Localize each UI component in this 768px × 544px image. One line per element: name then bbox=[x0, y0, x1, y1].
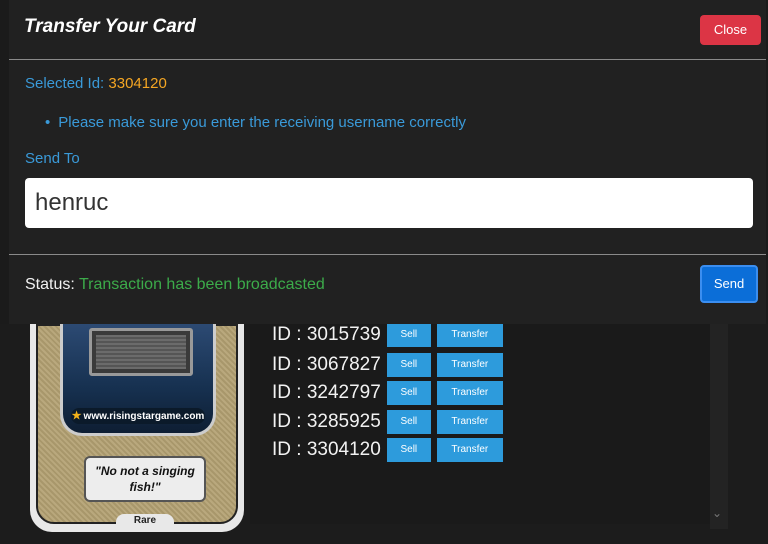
star-icon: ★ bbox=[71, 410, 82, 422]
sell-button[interactable]: Sell bbox=[386, 438, 431, 462]
sell-button[interactable]: Sell bbox=[386, 381, 431, 405]
card-collection-area: ⌄ ★ www.risingstargame.com "No not a sing… bbox=[0, 322, 768, 544]
instruction-note: • Please make sure you enter the receivin… bbox=[45, 114, 466, 131]
status-label: Status: bbox=[25, 276, 75, 293]
card-id: ID : 3067827 bbox=[272, 354, 381, 375]
card-rarity: Rare bbox=[116, 514, 174, 528]
transfer-button[interactable]: Transfer bbox=[436, 323, 503, 347]
selected-id-label: Selected Id: bbox=[25, 75, 105, 92]
list-item: ID : 3242797 Sell Transfer bbox=[272, 380, 503, 406]
scrollbar[interactable] bbox=[710, 324, 728, 529]
divider bbox=[9, 59, 766, 60]
card-art: ★ www.risingstargame.com bbox=[60, 324, 216, 436]
selected-id-value: 3304120 bbox=[108, 75, 167, 92]
list-item: ID : 3067827 Sell Transfer bbox=[272, 352, 503, 378]
chevron-down-icon[interactable]: ⌄ bbox=[712, 506, 722, 520]
send-to-label: Send To bbox=[25, 150, 80, 167]
send-button[interactable]: Send bbox=[700, 265, 758, 303]
card-id: ID : 3015739 bbox=[272, 324, 381, 345]
sell-button[interactable]: Sell bbox=[386, 353, 431, 377]
sell-button[interactable]: Sell bbox=[386, 410, 431, 434]
card-url: ★ www.risingstargame.com bbox=[71, 408, 205, 424]
status-value: Transaction has been broadcasted bbox=[78, 276, 325, 293]
bullet-icon: • bbox=[45, 114, 51, 131]
card-id: ID : 3304120 bbox=[272, 439, 381, 460]
username-input[interactable]: henruc bbox=[25, 178, 753, 228]
card-id: ID : 3285925 bbox=[272, 411, 381, 432]
sell-button[interactable]: Sell bbox=[386, 323, 431, 347]
list-item: ID : 3015739 Sell Transfer bbox=[272, 322, 503, 348]
amplifier-icon bbox=[89, 328, 193, 376]
list-item: ID : 3285925 Sell Transfer bbox=[272, 409, 503, 435]
card-quote: "No not a singing fish!" bbox=[84, 456, 206, 502]
close-button[interactable]: Close bbox=[700, 15, 761, 45]
transfer-button[interactable]: Transfer bbox=[436, 353, 503, 377]
selected-id-line: Selected Id: 3304120 bbox=[25, 75, 167, 92]
transfer-button[interactable]: Transfer bbox=[436, 438, 503, 462]
transfer-button[interactable]: Transfer bbox=[436, 381, 503, 405]
card-image: ★ www.risingstargame.com "No not a singin… bbox=[30, 324, 244, 532]
status-line: Status: Transaction has been broadcasted bbox=[25, 276, 325, 294]
transfer-button[interactable]: Transfer bbox=[436, 410, 503, 434]
list-item: ID : 3304120 Sell Transfer bbox=[272, 437, 503, 463]
transfer-modal: Transfer Your Card Close Selected Id: 33… bbox=[9, 0, 766, 324]
divider bbox=[9, 254, 766, 255]
modal-title: Transfer Your Card bbox=[24, 16, 196, 37]
card-id: ID : 3242797 bbox=[272, 382, 381, 403]
